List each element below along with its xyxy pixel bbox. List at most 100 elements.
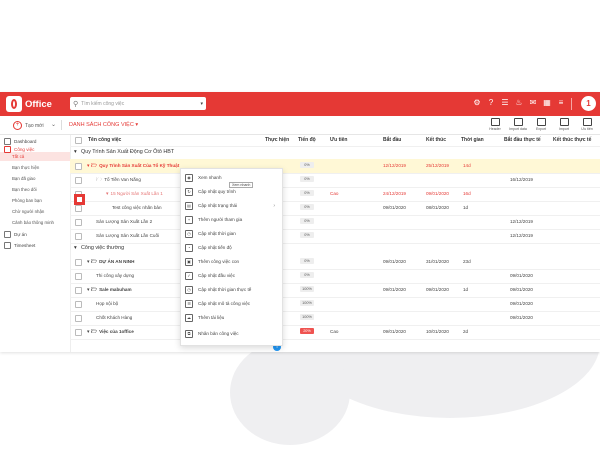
chevron-down-icon[interactable]: ▾ — [200, 101, 203, 107]
group-header[interactable]: ▾ Quy Trình Sản Xuất Động Cơ Ôtô HBT — [70, 148, 600, 158]
projects-icon — [4, 231, 11, 238]
sidebar-item-department[interactable]: Phòng ban bạn — [12, 198, 42, 203]
sidebar-item-you-assigned[interactable]: Bạn đã giao — [12, 176, 35, 181]
menu-item-update-time[interactable]: ◷ Cập nhật thời gian — [185, 228, 278, 239]
table-row[interactable]: 🗁 Tổ Tiền Van Nắng 0% 16/12/2019 — [70, 173, 600, 188]
chat-icon[interactable]: ☰ — [500, 98, 510, 108]
sidebar-item-dashboard[interactable]: Dashboard — [4, 138, 36, 145]
import-button[interactable]: Import — [555, 118, 573, 131]
column-header-performer[interactable]: Thực hiện — [265, 137, 289, 143]
table-row[interactable]: Sản Lượng Sản Xuất Lần 2 0% 12/12/2019 — [70, 215, 600, 230]
sidebar-item-smart-alerts[interactable]: Cảnh báo thông minh — [12, 220, 54, 225]
menu-item-add-subtask[interactable]: ▣ Thêm công việc con — [185, 256, 278, 267]
menu-item-add-document[interactable]: ☁ Thêm tài liệu — [185, 312, 278, 323]
header-button[interactable]: Header — [486, 118, 504, 131]
table-row[interactable]: Chốt Khách Hàng 100% 09/01/2020 — [70, 311, 600, 326]
context-menu: ◉ Xem nhanh ↻ Cập nhật quy trình ▤ Cập nhật… — [180, 168, 283, 346]
sidebar-item-projects[interactable]: Dự án — [4, 231, 27, 238]
sidebar-item-tasks[interactable]: Công việc — [4, 146, 34, 153]
task-list-dropdown[interactable]: DANH SÁCH CÔNG VIỆC ▾ — [69, 122, 138, 128]
menu-icon[interactable]: ≡ — [556, 98, 566, 108]
selected-row-marker[interactable] — [74, 194, 85, 205]
apps-icon[interactable]: ▦ — [542, 98, 552, 108]
chevron-down-icon[interactable]: ⌄ — [51, 121, 56, 128]
sidebar-item-timesheet[interactable]: Timesheet — [4, 242, 35, 249]
sidebar-item-label: Dashboard — [14, 139, 37, 144]
task-name[interactable]: Thi công xây dựng — [96, 273, 134, 278]
tooltip: Xem nhanh — [229, 182, 254, 188]
task-name[interactable]: ▾ 🗁 Việc của 1office — [87, 329, 134, 337]
sidebar-item-awaiting[interactable]: Chờ người nhận — [12, 209, 44, 214]
create-button[interactable]: + Tạo mới — [13, 121, 44, 130]
task-name[interactable]: ▾ 15 Người Sản Xuất Lần 1 — [106, 191, 163, 197]
row-checkbox[interactable] — [75, 259, 82, 266]
import-data-button[interactable]: Import data — [509, 118, 527, 131]
row-checkbox[interactable] — [75, 287, 82, 294]
sidebar-item-you-follow[interactable]: Bạn theo dõi — [12, 187, 37, 192]
menu-item-add-participant[interactable]: + Thêm người tham gia — [185, 214, 278, 225]
menu-item-update-actual-time[interactable]: ◷ Cập nhật thời gian thực tế — [185, 284, 278, 295]
table-row[interactable]: ▾ 🗁 Quy Trình Sản Xuất Của Tổ Kỹ Thuật 0%… — [70, 159, 600, 174]
group-header[interactable]: ▾ Công việc thường — [70, 244, 600, 254]
task-name[interactable]: 🗁 Tổ Tiền Van Nắng — [96, 177, 141, 185]
task-name[interactable]: ▾ 🗁 Sale mabuham — [87, 287, 132, 295]
row-checkbox[interactable] — [75, 219, 82, 226]
mail-icon[interactable]: ✉ — [528, 98, 538, 108]
menu-item-update-status[interactable]: ▤ Cập nhật trạng thái › — [185, 200, 278, 211]
menu-item-label: Cập nhật thời gian — [198, 231, 236, 236]
task-name[interactable]: Sản Lượng Sản Xuất Lần 2 — [96, 219, 152, 224]
settings-icon[interactable]: ⚙ — [472, 98, 482, 108]
export-button[interactable]: Export — [532, 118, 550, 131]
search-input[interactable]: Tìm kiếm công việc — [81, 101, 200, 107]
select-all-checkbox[interactable] — [75, 137, 82, 144]
column-header-progress[interactable]: Tiến độ — [298, 137, 316, 143]
search-box[interactable]: ⚲ Tìm kiếm công việc ▾ — [70, 97, 206, 110]
task-name[interactable]: ▾ 🗁 Quy Trình Sản Xuất Của Tổ Kỹ Thuật — [87, 163, 179, 171]
table-header: Tên công việc Thực hiện Tiến độ Ưu tiên … — [70, 134, 600, 147]
task-name[interactable]: Sản Lượng Sản Xuất Lần Cuối — [96, 233, 159, 238]
menu-item-update-progress[interactable]: ◔ Cập nhật tiến độ — [185, 242, 278, 253]
table-row[interactable]: ▾ 🗁 Việc của 1office 20% Cao 09/01/2020 1… — [70, 325, 600, 340]
task-name[interactable]: Test công việc nhãn bản — [112, 205, 162, 210]
progress-badge: 20% — [300, 328, 314, 334]
menu-item-update-checklist[interactable]: ✓ Cập nhật đầu việc — [185, 270, 278, 281]
table-row[interactable]: Sản Lượng Sản Xuất Lần Cuối 0% 12/12/201… — [70, 229, 600, 244]
task-name[interactable]: Họp nội bộ — [96, 301, 118, 306]
task-name[interactable]: Chốt Khách Hàng — [96, 315, 132, 320]
column-header-start[interactable]: Bắt đầu — [383, 137, 401, 143]
table-row[interactable]: Thi công xây dựng 0% 09/01/2020 — [70, 269, 600, 284]
bell-icon[interactable]: ♨ — [514, 98, 524, 108]
column-header-actual-end[interactable]: Kết thúc thực tế — [553, 137, 591, 143]
row-checkbox[interactable] — [75, 301, 82, 308]
table-row[interactable]: ▾ 🗁 DỰ ÁN AN NINH 0% 09/01/2020 31/01/202… — [70, 255, 600, 270]
table-row[interactable]: Họp nội bộ 100% 09/01/2020 — [70, 297, 600, 312]
logo[interactable]: Office — [6, 96, 52, 112]
task-name[interactable]: ▾ 🗁 DỰ ÁN AN NINH — [87, 259, 134, 267]
row-checkbox[interactable] — [75, 205, 82, 212]
table-row[interactable]: ▾ 15 Người Sản Xuất Lần 1 0% Cao 24/12/20… — [70, 187, 600, 202]
menu-item-duplicate-task[interactable]: ⧉ Nhân bản công việc — [185, 328, 278, 339]
priority: Cao — [330, 329, 339, 334]
table-row[interactable]: Test công việc nhãn bản 0% 09/01/2020 08… — [70, 201, 600, 216]
row-checkbox[interactable] — [75, 177, 82, 184]
divider — [61, 120, 62, 130]
row-checkbox[interactable] — [75, 163, 82, 170]
avatar[interactable]: 1 — [581, 96, 596, 111]
row-checkbox[interactable] — [75, 315, 82, 322]
priority-button[interactable]: Ưu tiên — [578, 118, 596, 131]
column-header-actual-start[interactable]: Bắt đầu thực tế — [504, 137, 541, 143]
row-checkbox[interactable] — [75, 273, 82, 280]
column-header-end[interactable]: Kết thúc — [426, 137, 446, 143]
sidebar-item-you-perform[interactable]: Bạn thực hiện — [12, 165, 39, 170]
column-header-duration[interactable]: Thời gian — [461, 137, 484, 143]
row-checkbox[interactable] — [75, 329, 82, 336]
column-header-name[interactable]: Tên công việc — [88, 137, 121, 143]
progress-badge: 0% — [300, 204, 314, 210]
column-header-priority[interactable]: Ưu tiên — [330, 137, 347, 143]
folder-icon: ▾ 🗁 — [87, 259, 98, 265]
help-icon[interactable]: ? — [486, 98, 496, 108]
sidebar-item-all[interactable]: Tất cả — [12, 154, 24, 159]
row-checkbox[interactable] — [75, 233, 82, 240]
menu-item-update-description[interactable]: ☰ Cập nhật mô tả công việc — [185, 298, 278, 309]
table-row[interactable]: ▾ 🗁 Sale mabuham 100% 09/01/2020 09/01/20… — [70, 283, 600, 298]
